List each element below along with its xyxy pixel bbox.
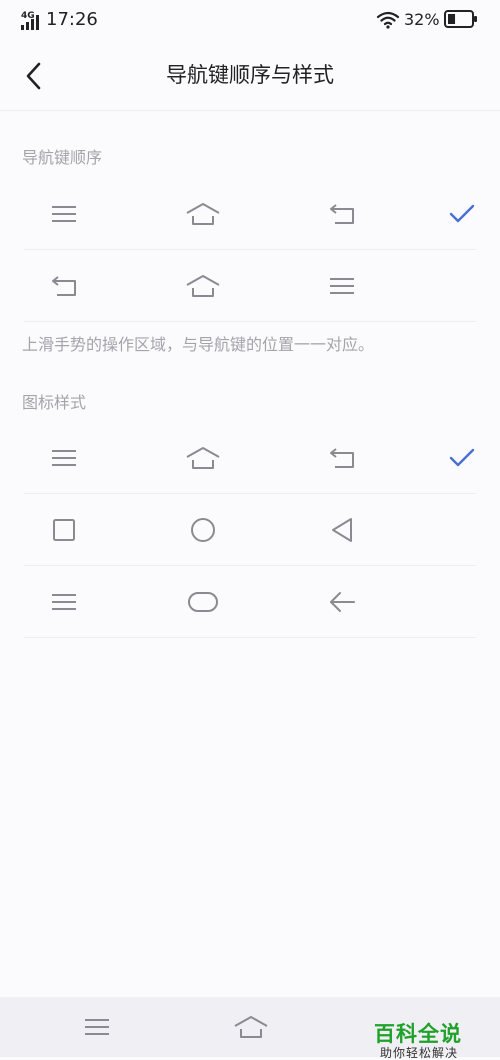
wifi-icon bbox=[376, 11, 400, 29]
home-icon bbox=[234, 1016, 268, 1038]
menu-icon bbox=[325, 270, 359, 302]
status-time: 17:26 bbox=[46, 9, 98, 30]
nav-menu-button[interactable] bbox=[80, 1011, 114, 1043]
header-divider bbox=[0, 110, 500, 111]
back-icon bbox=[47, 270, 81, 302]
signal-icon: 4G bbox=[21, 11, 39, 30]
section-label-nav-order: 导航键顺序 bbox=[22, 148, 103, 167]
menu-icon bbox=[85, 1019, 109, 1035]
battery-icon bbox=[444, 10, 477, 28]
selected-check-icon bbox=[445, 198, 479, 230]
menu-icon bbox=[47, 586, 81, 618]
home-icon bbox=[186, 442, 220, 474]
back-icon bbox=[325, 198, 359, 230]
square-icon bbox=[47, 514, 81, 546]
section-label-icon-style: 图标样式 bbox=[22, 393, 87, 412]
nav-home-button[interactable] bbox=[234, 1011, 268, 1043]
menu-icon bbox=[47, 198, 81, 230]
menu-icon bbox=[47, 442, 81, 474]
home-icon bbox=[186, 198, 220, 230]
arrow-left-icon bbox=[325, 586, 359, 618]
row-divider bbox=[24, 637, 476, 638]
status-bar: 4G 17:26 32% bbox=[0, 0, 500, 40]
home-icon bbox=[186, 270, 220, 302]
back-icon bbox=[325, 442, 359, 474]
watermark-sub-text: 助你轻松解决 bbox=[380, 1046, 459, 1060]
nav-order-option-2[interactable] bbox=[0, 250, 500, 322]
nav-order-hint: 上滑手势的操作区域，与导航键的位置一一对应。 bbox=[22, 335, 375, 354]
triangle-back-icon bbox=[325, 514, 359, 546]
battery-percent: 32% bbox=[404, 10, 440, 29]
icon-style-option-3[interactable] bbox=[0, 566, 500, 638]
row-divider bbox=[24, 321, 476, 322]
circle-icon bbox=[186, 514, 220, 546]
page-title: 导航键顺序与样式 bbox=[166, 63, 334, 87]
watermark-logo: 百科全说 助你轻松解决 bbox=[370, 1022, 500, 1060]
rounded-rect-icon bbox=[186, 586, 220, 618]
header: 导航键顺序与样式 bbox=[0, 40, 500, 110]
icon-style-option-2[interactable] bbox=[0, 494, 500, 566]
selected-check-icon bbox=[445, 442, 479, 474]
icon-style-option-1[interactable] bbox=[0, 422, 500, 494]
nav-order-option-1[interactable] bbox=[0, 178, 500, 250]
watermark-main-text: 百科全说 bbox=[374, 1022, 462, 1046]
